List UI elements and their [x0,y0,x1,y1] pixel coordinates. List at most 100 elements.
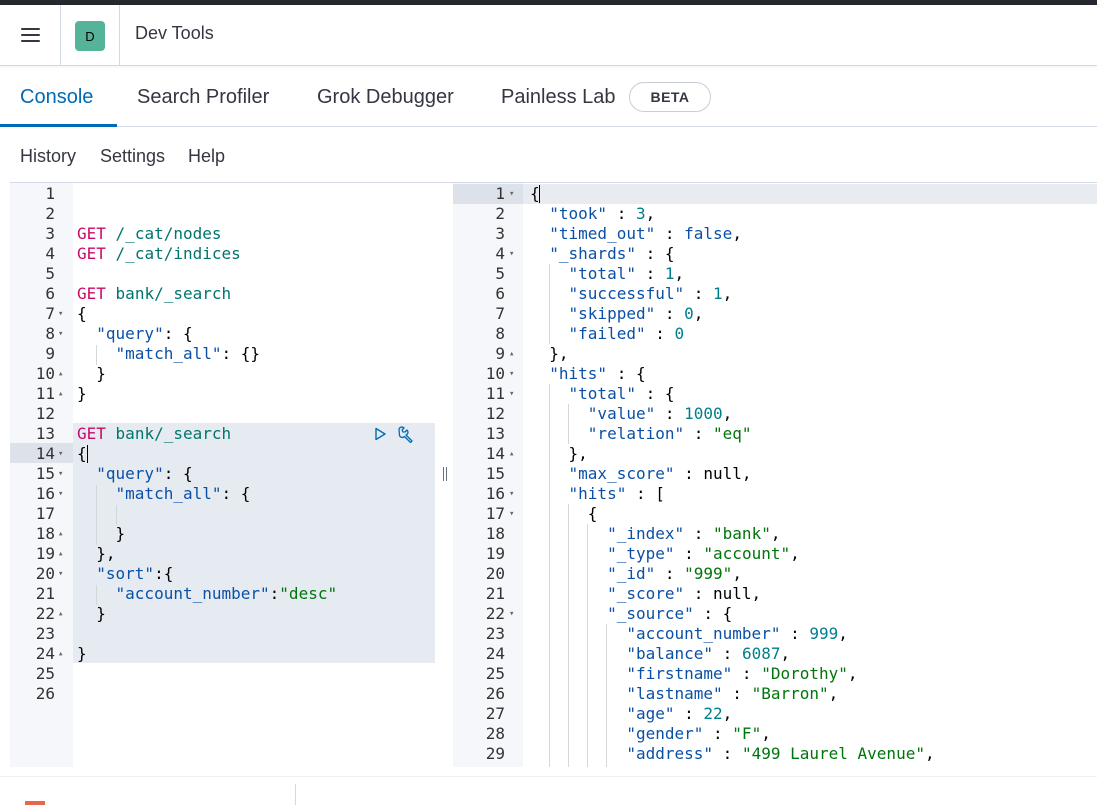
fold-caret-icon[interactable]: ▾ [58,484,63,504]
selected-request-highlight [73,423,435,663]
dev-tools-tabs: Console Search Profiler Grok Debugger Pa… [0,66,1097,127]
unfold-caret-icon[interactable]: ▴ [58,524,63,544]
token-key: "match_all" [115,344,222,363]
code-text: } [77,524,126,544]
token-key: "relation" [587,424,685,443]
tab-grok-debugger[interactable]: Grok Debugger [317,66,454,127]
fold-caret-icon[interactable]: ▾ [58,464,63,484]
token-punc: { [77,444,87,463]
line-number: 19 [35,544,55,563]
line-number: 14 [485,444,505,463]
code-text: }, [77,544,115,564]
token-punc: : [269,584,280,603]
token-num: 0 [674,324,685,343]
wrench-icon[interactable] [396,425,416,443]
token-punc: : [607,204,636,223]
token-key: "gender" [626,724,704,743]
unfold-caret-icon[interactable]: ▴ [58,384,63,404]
token-punc: }, [530,444,588,463]
fold-caret-icon[interactable]: ▾ [509,504,514,524]
history-link[interactable]: History [20,146,76,167]
token-method: GET [77,244,106,263]
unfold-caret-icon[interactable]: ▴ [58,604,63,624]
token-punc [530,644,626,663]
tab-console[interactable]: Console [20,66,93,127]
code-text: } [77,364,106,384]
code-text: "timed_out" : false, [530,224,742,244]
token-punc: : [674,704,704,723]
indent-guide [96,485,97,545]
hamburger-menu-icon[interactable] [10,19,50,51]
fold-caret-icon[interactable]: ▾ [509,244,514,264]
code-text: GET /_cat/nodes [77,224,222,244]
token-punc [106,284,116,303]
settings-link[interactable]: Settings [100,146,165,167]
fold-caret-icon[interactable]: ▾ [509,484,514,504]
fold-caret-icon[interactable]: ▾ [58,324,63,344]
token-punc: , [722,284,733,303]
token-url: /_cat/nodes [115,224,222,243]
help-link[interactable]: Help [188,146,225,167]
token-punc: : [674,544,704,563]
line-number: 29 [485,744,505,763]
token-punc: , [732,564,742,583]
token-punc: , [838,624,848,643]
fold-caret-icon[interactable]: ▾ [509,604,514,624]
token-punc: } [77,524,126,543]
token-punc [106,424,116,443]
unfold-caret-icon[interactable]: ▴ [58,544,63,564]
line-number: 21 [485,584,505,603]
tab-search-profiler[interactable]: Search Profiler [137,66,269,127]
unfold-caret-icon[interactable]: ▴ [509,444,514,464]
line-number: 8 [495,324,505,343]
token-punc: , [790,544,800,563]
token-punc [106,224,116,243]
code-text: "lastname" : "Barron", [530,684,838,704]
token-key: "timed_out" [549,224,656,243]
unfold-caret-icon[interactable]: ▴ [58,644,63,664]
token-punc: :{ [154,564,174,583]
token-str: "999" [684,564,733,583]
play-icon[interactable] [372,426,388,442]
fold-caret-icon[interactable]: ▾ [58,444,63,464]
pane-resizer[interactable] [442,465,448,483]
active-line-highlight [453,184,1097,204]
unfold-caret-icon[interactable]: ▴ [509,344,514,364]
token-punc [530,244,549,263]
token-punc: { [530,504,598,523]
line-number: 17 [485,504,505,523]
fold-caret-icon[interactable]: ▾ [58,304,63,324]
token-punc: : [655,564,685,583]
token-punc [77,464,96,483]
token-key: "query" [96,324,164,343]
token-key: "sort" [96,564,155,583]
code-text: "match_all": {} [77,344,261,364]
token-str: "499 Laurel Avenue" [741,744,925,763]
token-punc: : {} [221,344,261,363]
app-header: D Dev Tools [0,5,1097,66]
fold-caret-icon[interactable]: ▾ [509,384,514,404]
fold-caret-icon[interactable]: ▾ [509,184,514,204]
tab-painless-lab[interactable]: Painless Lab [501,66,616,127]
token-num: 1 [713,284,723,303]
token-key: "_index" [607,524,685,543]
token-method: GET [77,284,106,303]
fold-caret-icon[interactable]: ▾ [58,564,63,584]
text-cursor [87,445,88,463]
space-avatar[interactable]: D [75,21,105,51]
line-number: 22 [485,604,505,623]
code-text: } [77,644,87,664]
code-text: "sort":{ [77,564,173,584]
unfold-caret-icon[interactable]: ▴ [58,364,63,384]
line-number: 24 [35,644,55,663]
line-number: 19 [485,544,505,563]
token-method: GET [77,224,106,243]
indent-guide [96,585,97,605]
fold-caret-icon[interactable]: ▾ [509,364,514,384]
dev-tools-app: D Dev Tools Console Search Profiler Grok… [0,0,1097,805]
code-text: "account_number":"desc" [77,584,338,604]
token-punc: : { [163,464,193,483]
code-text: GET bank/_search [77,424,231,444]
footer-bar [0,776,1097,805]
request-editor[interactable]: 1 2 3 GET /_cat/nodes 4 GET /_cat/indices 5 6 GE… [10,183,439,767]
